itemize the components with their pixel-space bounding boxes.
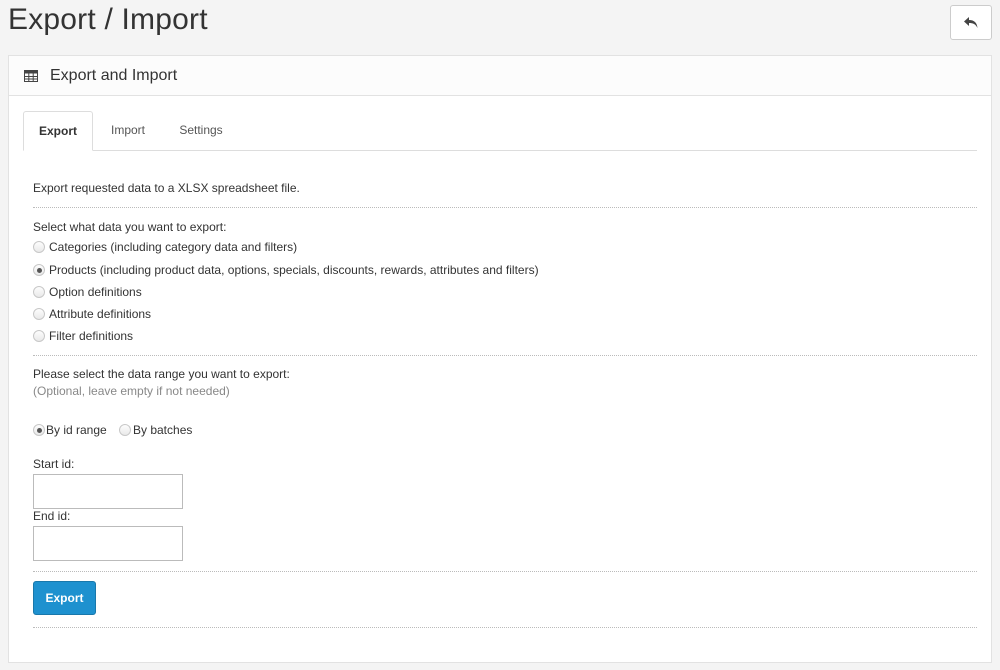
radio-button[interactable] — [33, 330, 45, 342]
radio-button[interactable] — [33, 424, 45, 436]
radio-by-batches[interactable]: By batches — [119, 423, 192, 437]
page-header: Export / Import — [0, 0, 1000, 50]
radio-button[interactable] — [33, 286, 45, 298]
tab-export[interactable]: Export — [23, 111, 93, 151]
divider — [33, 355, 977, 356]
table-icon — [24, 69, 38, 82]
radio-categories[interactable]: Categories (including category data and … — [33, 240, 297, 254]
end-id-label: End id: — [33, 509, 71, 523]
start-id-input[interactable] — [33, 474, 183, 509]
radio-label: Products (including product data, option… — [49, 263, 539, 277]
tab-settings[interactable]: Settings — [169, 111, 233, 151]
radio-label: By batches — [133, 423, 193, 437]
start-id-label: Start id: — [33, 457, 75, 471]
divider — [33, 207, 977, 208]
radio-label: Option definitions — [49, 285, 142, 299]
divider — [33, 571, 977, 572]
back-button[interactable] — [950, 5, 992, 40]
panel-title: Export and Import — [50, 66, 178, 84]
radio-button[interactable] — [33, 241, 45, 253]
range-hint: (Optional, leave empty if not needed) — [33, 384, 230, 398]
radio-button[interactable] — [119, 424, 131, 436]
range-label: Please select the data range you want to… — [33, 367, 290, 381]
divider — [33, 627, 977, 628]
export-description: Export requested data to a XLSX spreadsh… — [33, 181, 300, 195]
radio-option-definitions[interactable]: Option definitions — [33, 285, 142, 299]
tab-import[interactable]: Import — [101, 111, 155, 151]
reply-icon — [964, 16, 978, 28]
export-button[interactable]: Export — [33, 581, 96, 615]
export-import-panel: Export and Import Export Import Settings… — [8, 55, 992, 663]
radio-label: Filter definitions — [49, 329, 134, 343]
radio-button[interactable] — [33, 308, 45, 320]
radio-label: By id range — [46, 423, 107, 437]
radio-products[interactable]: Products (including product data, option… — [33, 263, 539, 277]
radio-by-id-range[interactable]: By id range — [33, 423, 107, 437]
radio-label: Categories (including category data and … — [49, 240, 298, 254]
tab-bar: Export Import Settings — [23, 111, 977, 151]
panel-heading: Export and Import — [9, 56, 991, 96]
select-data-label: Select what data you want to export: — [33, 220, 227, 234]
page-title: Export / Import — [8, 3, 208, 36]
radio-button[interactable] — [33, 264, 45, 276]
end-id-input[interactable] — [33, 526, 183, 561]
radio-label: Attribute definitions — [49, 307, 152, 321]
radio-filter-definitions[interactable]: Filter definitions — [33, 329, 133, 343]
radio-attribute-definitions[interactable]: Attribute definitions — [33, 307, 151, 321]
